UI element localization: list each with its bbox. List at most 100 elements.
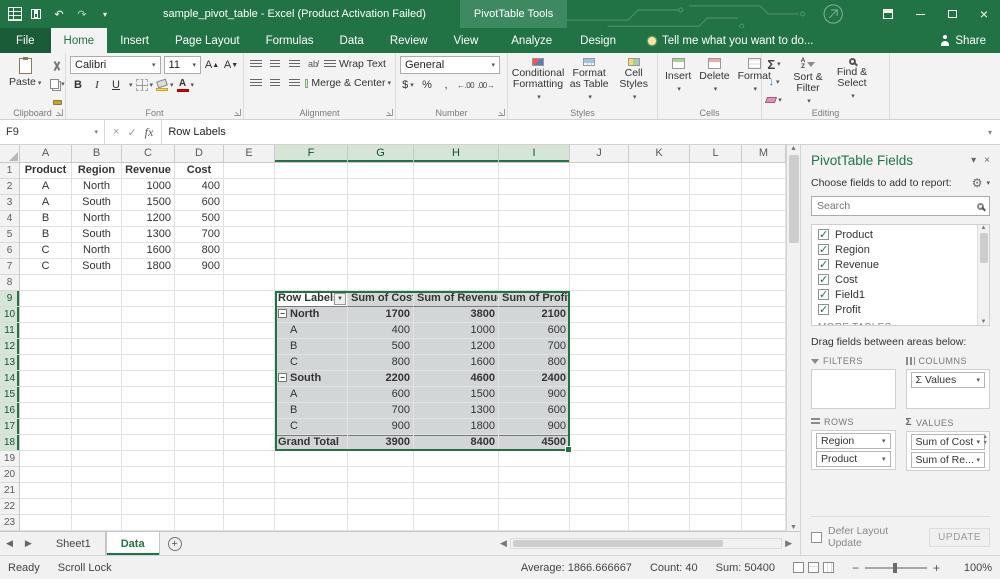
cell-I2[interactable] xyxy=(499,179,570,195)
align-bottom-button[interactable] xyxy=(286,56,302,72)
cell-G2[interactable] xyxy=(348,179,414,195)
search-input[interactable] xyxy=(817,200,977,212)
chip-dropdown-icon[interactable]: ▾ xyxy=(976,376,980,384)
cell-K1[interactable] xyxy=(629,163,690,179)
cell-B20[interactable] xyxy=(72,467,122,483)
cell-L10[interactable] xyxy=(690,307,742,323)
row-header-7[interactable]: 7 xyxy=(0,259,20,275)
cell-H23[interactable] xyxy=(414,515,499,531)
cell-J23[interactable] xyxy=(570,515,629,531)
cell-I7[interactable] xyxy=(499,259,570,275)
cell-F23[interactable] xyxy=(275,515,348,531)
column-header-A[interactable]: A xyxy=(20,145,72,163)
cell-J18[interactable] xyxy=(570,435,629,451)
cell-M6[interactable] xyxy=(742,243,786,259)
chip-dropdown-icon[interactable]: ▾ xyxy=(882,455,886,463)
cell-C13[interactable] xyxy=(122,355,175,371)
row-header-9[interactable]: 9 xyxy=(0,291,20,307)
cell-E18[interactable] xyxy=(224,435,275,451)
cell-C19[interactable] xyxy=(122,451,175,467)
filter-dropdown-button[interactable]: ▼ xyxy=(334,293,346,305)
cell-H8[interactable] xyxy=(414,275,499,291)
cell-C9[interactable] xyxy=(122,291,175,307)
paste-button[interactable]: Paste▾ xyxy=(4,56,46,110)
cell-D22[interactable] xyxy=(175,499,224,515)
cell-D7[interactable]: 900 xyxy=(175,259,224,275)
cell-K9[interactable] xyxy=(629,291,690,307)
field-chip-sum-of-re-[interactable]: Sum of Re...▾ xyxy=(911,452,986,468)
cell-K10[interactable] xyxy=(629,307,690,323)
cell-K16[interactable] xyxy=(629,403,690,419)
cell-I13[interactable]: 800 xyxy=(499,355,570,371)
cell-A4[interactable]: B xyxy=(20,211,72,227)
cell-K22[interactable] xyxy=(629,499,690,515)
field-item-field1[interactable]: Field1 xyxy=(812,287,989,302)
cell-L1[interactable] xyxy=(690,163,742,179)
cell-E7[interactable] xyxy=(224,259,275,275)
cell-D19[interactable] xyxy=(175,451,224,467)
cell-G11[interactable]: 400 xyxy=(348,323,414,339)
scroll-down-icon[interactable]: ▼ xyxy=(790,524,797,531)
cell-G5[interactable] xyxy=(348,227,414,243)
cell-I4[interactable] xyxy=(499,211,570,227)
tab-home[interactable]: Home xyxy=(51,28,108,53)
underline-button[interactable]: U xyxy=(108,77,124,93)
cell-J22[interactable] xyxy=(570,499,629,515)
row-header-11[interactable]: 11 xyxy=(0,323,20,339)
field-item-region[interactable]: Region xyxy=(812,242,989,257)
select-all-corner[interactable] xyxy=(0,145,20,163)
cell-J13[interactable] xyxy=(570,355,629,371)
cell-C5[interactable]: 1300 xyxy=(122,227,175,243)
qat-customize-button[interactable]: ▾ xyxy=(97,5,113,23)
sheet-nav-right-icon[interactable]: ▶ xyxy=(19,532,38,555)
cell-A10[interactable] xyxy=(20,307,72,323)
cell-A18[interactable] xyxy=(20,435,72,451)
cell-K20[interactable] xyxy=(629,467,690,483)
cell-H1[interactable] xyxy=(414,163,499,179)
cell-F9[interactable]: Row Labels▼ xyxy=(275,291,348,307)
cell-L17[interactable] xyxy=(690,419,742,435)
cell-C7[interactable]: 1800 xyxy=(122,259,175,275)
font-color-button[interactable]: A▾ xyxy=(177,77,195,93)
cell-I22[interactable] xyxy=(499,499,570,515)
cell-C1[interactable]: Revenue xyxy=(122,163,175,179)
cell-G21[interactable] xyxy=(348,483,414,499)
cell-I16[interactable]: 600 xyxy=(499,403,570,419)
cell-D11[interactable] xyxy=(175,323,224,339)
cell-J16[interactable] xyxy=(570,403,629,419)
cell-D6[interactable]: 800 xyxy=(175,243,224,259)
horizontal-scrollbar[interactable]: ◀ ▶ xyxy=(500,532,800,555)
cell-A22[interactable] xyxy=(20,499,72,515)
cell-E15[interactable] xyxy=(224,387,275,403)
cell-D2[interactable]: 400 xyxy=(175,179,224,195)
italic-button[interactable]: I xyxy=(89,77,105,93)
tab-view[interactable]: View xyxy=(441,28,492,53)
cell-E10[interactable] xyxy=(224,307,275,323)
cell-I15[interactable]: 900 xyxy=(499,387,570,403)
cell-H11[interactable]: 1000 xyxy=(414,323,499,339)
field-item-profit[interactable]: Profit xyxy=(812,302,989,317)
cell-F21[interactable] xyxy=(275,483,348,499)
find-select-button[interactable]: Find & Select▾ xyxy=(830,56,874,109)
cell-D8[interactable] xyxy=(175,275,224,291)
cell-A11[interactable] xyxy=(20,323,72,339)
row-header-20[interactable]: 20 xyxy=(0,467,20,483)
cell-M8[interactable] xyxy=(742,275,786,291)
cell-G1[interactable] xyxy=(348,163,414,179)
cell-I21[interactable] xyxy=(499,483,570,499)
values-spin-icons[interactable]: ▲▼ xyxy=(983,434,988,446)
sheet-nav-left-icon[interactable]: ◀ xyxy=(0,532,19,555)
cell-J6[interactable] xyxy=(570,243,629,259)
cell-L8[interactable] xyxy=(690,275,742,291)
fields-scroll-up-icon[interactable]: ▲ xyxy=(981,225,987,231)
cell-G15[interactable]: 600 xyxy=(348,387,414,403)
cell-G20[interactable] xyxy=(348,467,414,483)
field-chip-sum-of-cost[interactable]: Sum of Cost▾ xyxy=(911,434,986,450)
vertical-scroll-thumb[interactable] xyxy=(789,155,799,243)
borders-button[interactable]: ▾ xyxy=(136,77,154,93)
scroll-up-icon[interactable]: ▲ xyxy=(790,145,797,152)
cell-I10[interactable]: 2100 xyxy=(499,307,570,323)
cell-J11[interactable] xyxy=(570,323,629,339)
cell-F16[interactable]: B xyxy=(275,403,348,419)
cell-A5[interactable]: B xyxy=(20,227,72,243)
